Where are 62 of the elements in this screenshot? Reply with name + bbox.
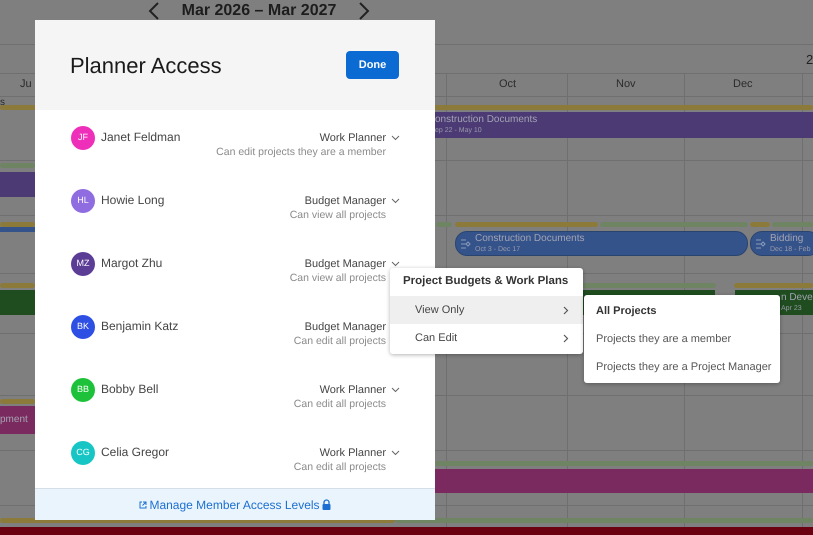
role-dropdown[interactable]: Budget Manager bbox=[304, 194, 400, 208]
month-label: Ju bbox=[20, 77, 32, 92]
bar-label: onstruction Documents bbox=[435, 114, 538, 126]
avatar: BK bbox=[71, 315, 95, 339]
chevron-down-icon bbox=[391, 261, 400, 267]
month-label: Oct bbox=[499, 77, 516, 92]
menu-item[interactable]: Can Edit bbox=[390, 324, 583, 352]
chevron-right-icon bbox=[563, 306, 569, 314]
done-button[interactable]: Done bbox=[346, 51, 399, 79]
lock-icon bbox=[322, 499, 331, 510]
chevron-down-icon bbox=[391, 135, 400, 141]
chevron-down-icon bbox=[391, 450, 400, 456]
handle-icon bbox=[755, 236, 767, 250]
avatar: CG bbox=[71, 441, 95, 465]
timeline-bar[interactable]: pment bbox=[0, 406, 35, 434]
bar-label: n Deve bbox=[781, 292, 813, 304]
avatar: HL bbox=[71, 189, 95, 213]
timeline-bar[interactable] bbox=[0, 290, 35, 315]
chevron-down-icon bbox=[391, 387, 400, 393]
handle-icon bbox=[460, 236, 472, 250]
row-label: s bbox=[0, 96, 5, 110]
member-name: Janet Feldman bbox=[101, 129, 180, 146]
access-description: Can edit projects they are a member bbox=[216, 145, 386, 159]
access-description: Can edit all projects bbox=[294, 397, 386, 411]
bar-label: Construction Documents bbox=[475, 232, 584, 244]
role-dropdown[interactable]: Work Planner bbox=[320, 446, 400, 460]
avatar: JF bbox=[71, 126, 95, 150]
timeline-bar[interactable] bbox=[0, 527, 813, 535]
submenu-item[interactable]: Projects they are a member bbox=[584, 325, 780, 353]
bar-label: Bidding bbox=[770, 232, 804, 244]
next-arrow-icon[interactable] bbox=[358, 1, 370, 21]
submenu-item[interactable]: All Projects bbox=[584, 297, 780, 325]
access-description: Can view all projects bbox=[290, 271, 386, 285]
date-range-title: Mar 2026 – Mar 2027 bbox=[182, 1, 336, 21]
menu-title: Project Budgets & Work Plans bbox=[402, 274, 570, 290]
avatar: BB bbox=[71, 378, 95, 402]
member-name: Margot Zhu bbox=[101, 255, 162, 272]
chevron-down-icon bbox=[391, 198, 400, 204]
access-description: Can edit all projects bbox=[294, 334, 386, 348]
member-name: Celia Gregor bbox=[101, 444, 170, 461]
access-description: Can edit all projects bbox=[294, 460, 386, 474]
month-label: Nov bbox=[616, 77, 636, 92]
access-description: Can view all projects bbox=[290, 208, 386, 222]
previous-arrow-icon[interactable] bbox=[148, 1, 160, 21]
chevron-right-icon bbox=[563, 334, 569, 342]
year-label: 2 bbox=[806, 51, 813, 69]
role-dropdown[interactable]: Budget Manager bbox=[304, 257, 400, 271]
member-name: Bobby Bell bbox=[101, 381, 158, 398]
member-name: Benjamin Katz bbox=[101, 318, 178, 335]
external-link-icon bbox=[139, 500, 148, 508]
timeline-bar[interactable] bbox=[435, 469, 813, 493]
role-dropdown[interactable]: Work Planner bbox=[320, 131, 400, 145]
timeline-bar[interactable] bbox=[0, 227, 35, 232]
timeline-bar[interactable] bbox=[0, 172, 35, 197]
role-dropdown[interactable]: Work Planner bbox=[320, 383, 400, 397]
month-label: Dec bbox=[733, 77, 753, 92]
dialog-title: Planner Access bbox=[70, 52, 222, 80]
avatar: MZ bbox=[71, 252, 95, 276]
submenu-item[interactable]: Projects they are a Project Manager bbox=[584, 353, 780, 381]
bar-label: pment bbox=[0, 414, 29, 426]
member-name: Howie Long bbox=[101, 192, 164, 209]
menu-item[interactable]: View Only bbox=[390, 296, 583, 324]
